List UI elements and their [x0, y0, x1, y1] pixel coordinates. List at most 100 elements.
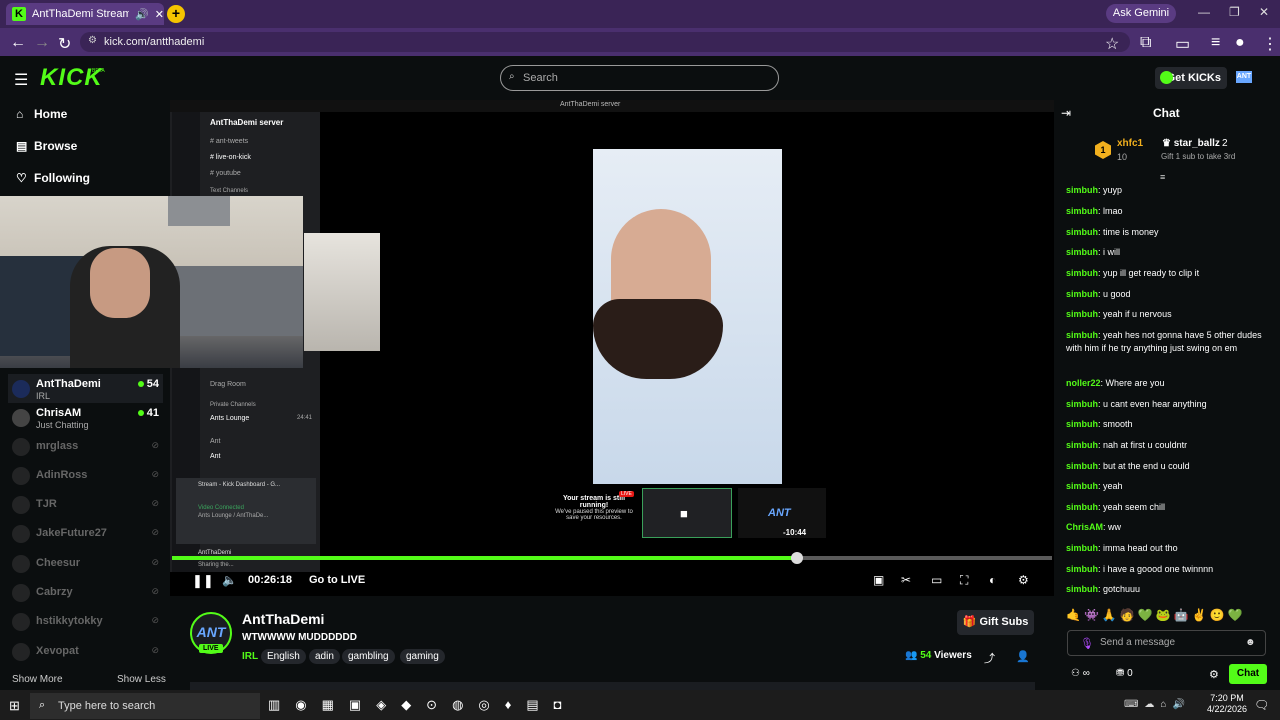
- back-icon[interactable]: ←: [10, 34, 26, 52]
- sidebar-nav-following[interactable]: ♡ Following: [16, 171, 90, 185]
- share-icon[interactable]: ⤴: [984, 650, 995, 666]
- chat-username[interactable]: simbuh: [1066, 481, 1098, 491]
- sidebar-nav-home[interactable]: ⌂ Home: [16, 107, 67, 121]
- second-gifter-name[interactable]: ♛ star_ballz: [1162, 138, 1220, 149]
- speed-icon[interactable]: ◐: [989, 573, 996, 587]
- go-to-live-button[interactable]: Go to LIVE: [309, 574, 365, 586]
- sidebar-channel-cheesur[interactable]: Cheesur ⊘: [8, 549, 163, 578]
- chat-username[interactable]: simbuh: [1066, 584, 1098, 594]
- chat-username[interactable]: simbuh: [1066, 227, 1098, 237]
- expand-pinned-icon[interactable]: ≡: [1160, 172, 1165, 182]
- tag-english[interactable]: English: [261, 649, 306, 664]
- chat-username[interactable]: simbuh: [1066, 309, 1098, 319]
- gift-sub-prompt[interactable]: Gift 1 sub to take 3rd: [1161, 152, 1235, 161]
- chat-username[interactable]: simbuh: [1066, 543, 1098, 553]
- taskbar-pinned-apps[interactable]: ▥◉▦▣◈◆⊙◍◎♦▤◘: [268, 697, 577, 713]
- media-icon[interactable]: ≡: [1211, 34, 1220, 52]
- extensions-icon[interactable]: ⧉: [1140, 34, 1151, 52]
- clip-icon[interactable]: ✂: [901, 573, 911, 587]
- new-tab-button[interactable]: +: [167, 5, 185, 23]
- forward-icon[interactable]: →: [34, 34, 50, 52]
- discord-lounge-path: Ants Lounge / AntThaDe...: [198, 513, 269, 519]
- chat-username[interactable]: noller22: [1066, 378, 1101, 388]
- top-gifter-name[interactable]: xhfc1: [1117, 138, 1143, 149]
- sidebar-nav-browse[interactable]: ▤ Browse: [16, 139, 77, 153]
- sidebar-channel-mrglass[interactable]: mrglass ⊘: [8, 432, 163, 461]
- sidebar-channel-hstikkytokky[interactable]: hstikkytokky ⊘: [8, 607, 163, 636]
- chat-username[interactable]: simbuh: [1066, 247, 1098, 257]
- chat-text: lmao: [1103, 206, 1123, 216]
- emote-bar[interactable]: 🤙👾🙏🧑💚🐸🤖✌🙂💚: [1066, 608, 1266, 626]
- menu-dots-icon[interactable]: ⋮: [1262, 34, 1278, 54]
- minimize-icon[interactable]: —: [1198, 5, 1210, 19]
- mic-icon[interactable]: 🎙: [1080, 637, 1094, 650]
- kicks-balance[interactable]: ⛃ 0: [1116, 668, 1133, 679]
- pause-icon[interactable]: ❚❚: [192, 573, 214, 589]
- kick-favicon-icon: K: [12, 7, 26, 21]
- system-tray[interactable]: ⌨☁⌂🔊: [1124, 699, 1191, 710]
- fullscreen-icon[interactable]: ⛶: [960, 573, 968, 588]
- sidebar-channel-jakefuture27[interactable]: JakeFuture27 ⊘: [8, 519, 163, 548]
- browser-tab[interactable]: K AntThaDemi Stream - Watc 🔊 ✕: [6, 3, 164, 25]
- chat-username[interactable]: simbuh: [1066, 564, 1098, 574]
- show-less-link[interactable]: Show Less: [117, 674, 166, 685]
- url-field[interactable]: kick.com/antthademi: [80, 32, 1130, 52]
- chat-username[interactable]: simbuh: [1066, 268, 1098, 278]
- chat-username[interactable]: simbuh: [1066, 419, 1098, 429]
- close-window-icon[interactable]: ✕: [1259, 5, 1269, 19]
- chat-username[interactable]: simbuh: [1066, 461, 1098, 471]
- chat-username[interactable]: ChrisAM: [1066, 522, 1103, 532]
- chat-username[interactable]: simbuh: [1066, 185, 1098, 195]
- profile-icon[interactable]: ●: [1235, 34, 1245, 52]
- sidebar-channel-antthademi[interactable]: AntThaDemi IRL 54: [8, 374, 163, 403]
- chat-username[interactable]: simbuh: [1066, 399, 1098, 409]
- tag-adin[interactable]: adin: [309, 649, 340, 664]
- chat-settings-icon[interactable]: ⚙: [1209, 668, 1219, 681]
- cast-icon[interactable]: ▭: [1175, 34, 1190, 54]
- search-input[interactable]: Search: [500, 65, 779, 91]
- sidebar-channel-cabrzy[interactable]: Cabrzy ⊘: [8, 578, 163, 607]
- tag-gambling[interactable]: gambling: [342, 649, 395, 664]
- chat-input[interactable]: Send a message: [1067, 630, 1266, 656]
- stream-category[interactable]: IRL: [242, 651, 258, 662]
- ask-gemini-button[interactable]: Ask Gemini: [1106, 4, 1176, 23]
- seek-handle[interactable]: [790, 552, 803, 564]
- theater-mode-icon[interactable]: ▭: [931, 573, 942, 587]
- pip-icon[interactable]: ▣: [873, 573, 884, 587]
- sidebar-channel-tjr[interactable]: TJR ⊘: [8, 490, 163, 519]
- windows-start-icon[interactable]: ⊞: [9, 698, 20, 714]
- chat-username[interactable]: simbuh: [1066, 502, 1098, 512]
- reload-icon[interactable]: ↻: [58, 34, 71, 54]
- sidebar-channel-chrisam[interactable]: ChrisAM Just Chatting 41: [8, 403, 163, 432]
- chat-username[interactable]: simbuh: [1066, 440, 1098, 450]
- chat-send-button[interactable]: Chat: [1229, 664, 1267, 684]
- tab-close-icon[interactable]: ✕: [155, 8, 164, 21]
- tag-gaming[interactable]: gaming: [400, 649, 445, 664]
- bookmark-star-icon[interactable]: ☆: [1105, 34, 1119, 54]
- chat-username[interactable]: simbuh: [1066, 206, 1098, 216]
- taskbar-search[interactable]: Type here to search: [30, 693, 260, 719]
- show-more-link[interactable]: Show More: [12, 674, 63, 685]
- sidebar-channel-adinross[interactable]: AdinRoss ⊘: [8, 461, 163, 490]
- gift-subs-button[interactable]: 🎁 Gift Subs: [957, 610, 1034, 635]
- speaker-icon[interactable]: 🔊: [135, 8, 149, 21]
- hamburger-menu-icon[interactable]: ☰: [14, 70, 28, 90]
- chat-message: simbuh: yeah hes not gonna have 5 other …: [1066, 329, 1266, 355]
- emoji-icon[interactable]: ☻: [1245, 637, 1256, 648]
- get-kicks-button[interactable]: Get KICKs: [1155, 67, 1227, 89]
- infinity-label: ∞: [1082, 668, 1090, 679]
- follow-icon[interactable]: 👤: [1016, 650, 1030, 663]
- chat-username[interactable]: simbuh: [1066, 289, 1098, 299]
- chat-mode-indicator[interactable]: ⚇ ∞: [1071, 668, 1090, 679]
- maximize-icon[interactable]: ❐: [1229, 5, 1240, 19]
- settings-icon[interactable]: ⚙: [1018, 573, 1029, 587]
- volume-icon[interactable]: 🔈: [222, 573, 237, 587]
- streamer-name[interactable]: AntThaDemi: [242, 611, 324, 627]
- sidebar-channel-xevopat[interactable]: Xevopat ⊘: [8, 637, 163, 666]
- notifications-icon[interactable]: 🗨: [1254, 698, 1269, 712]
- site-info-icon[interactable]: ⚙: [88, 35, 97, 46]
- collapse-chat-icon[interactable]: ⇥: [1061, 106, 1071, 120]
- chat-username[interactable]: simbuh: [1066, 330, 1098, 340]
- taskbar-clock[interactable]: 7:20 PM 4/22/2026: [1207, 693, 1247, 715]
- user-avatar[interactable]: ANT: [1236, 71, 1252, 83]
